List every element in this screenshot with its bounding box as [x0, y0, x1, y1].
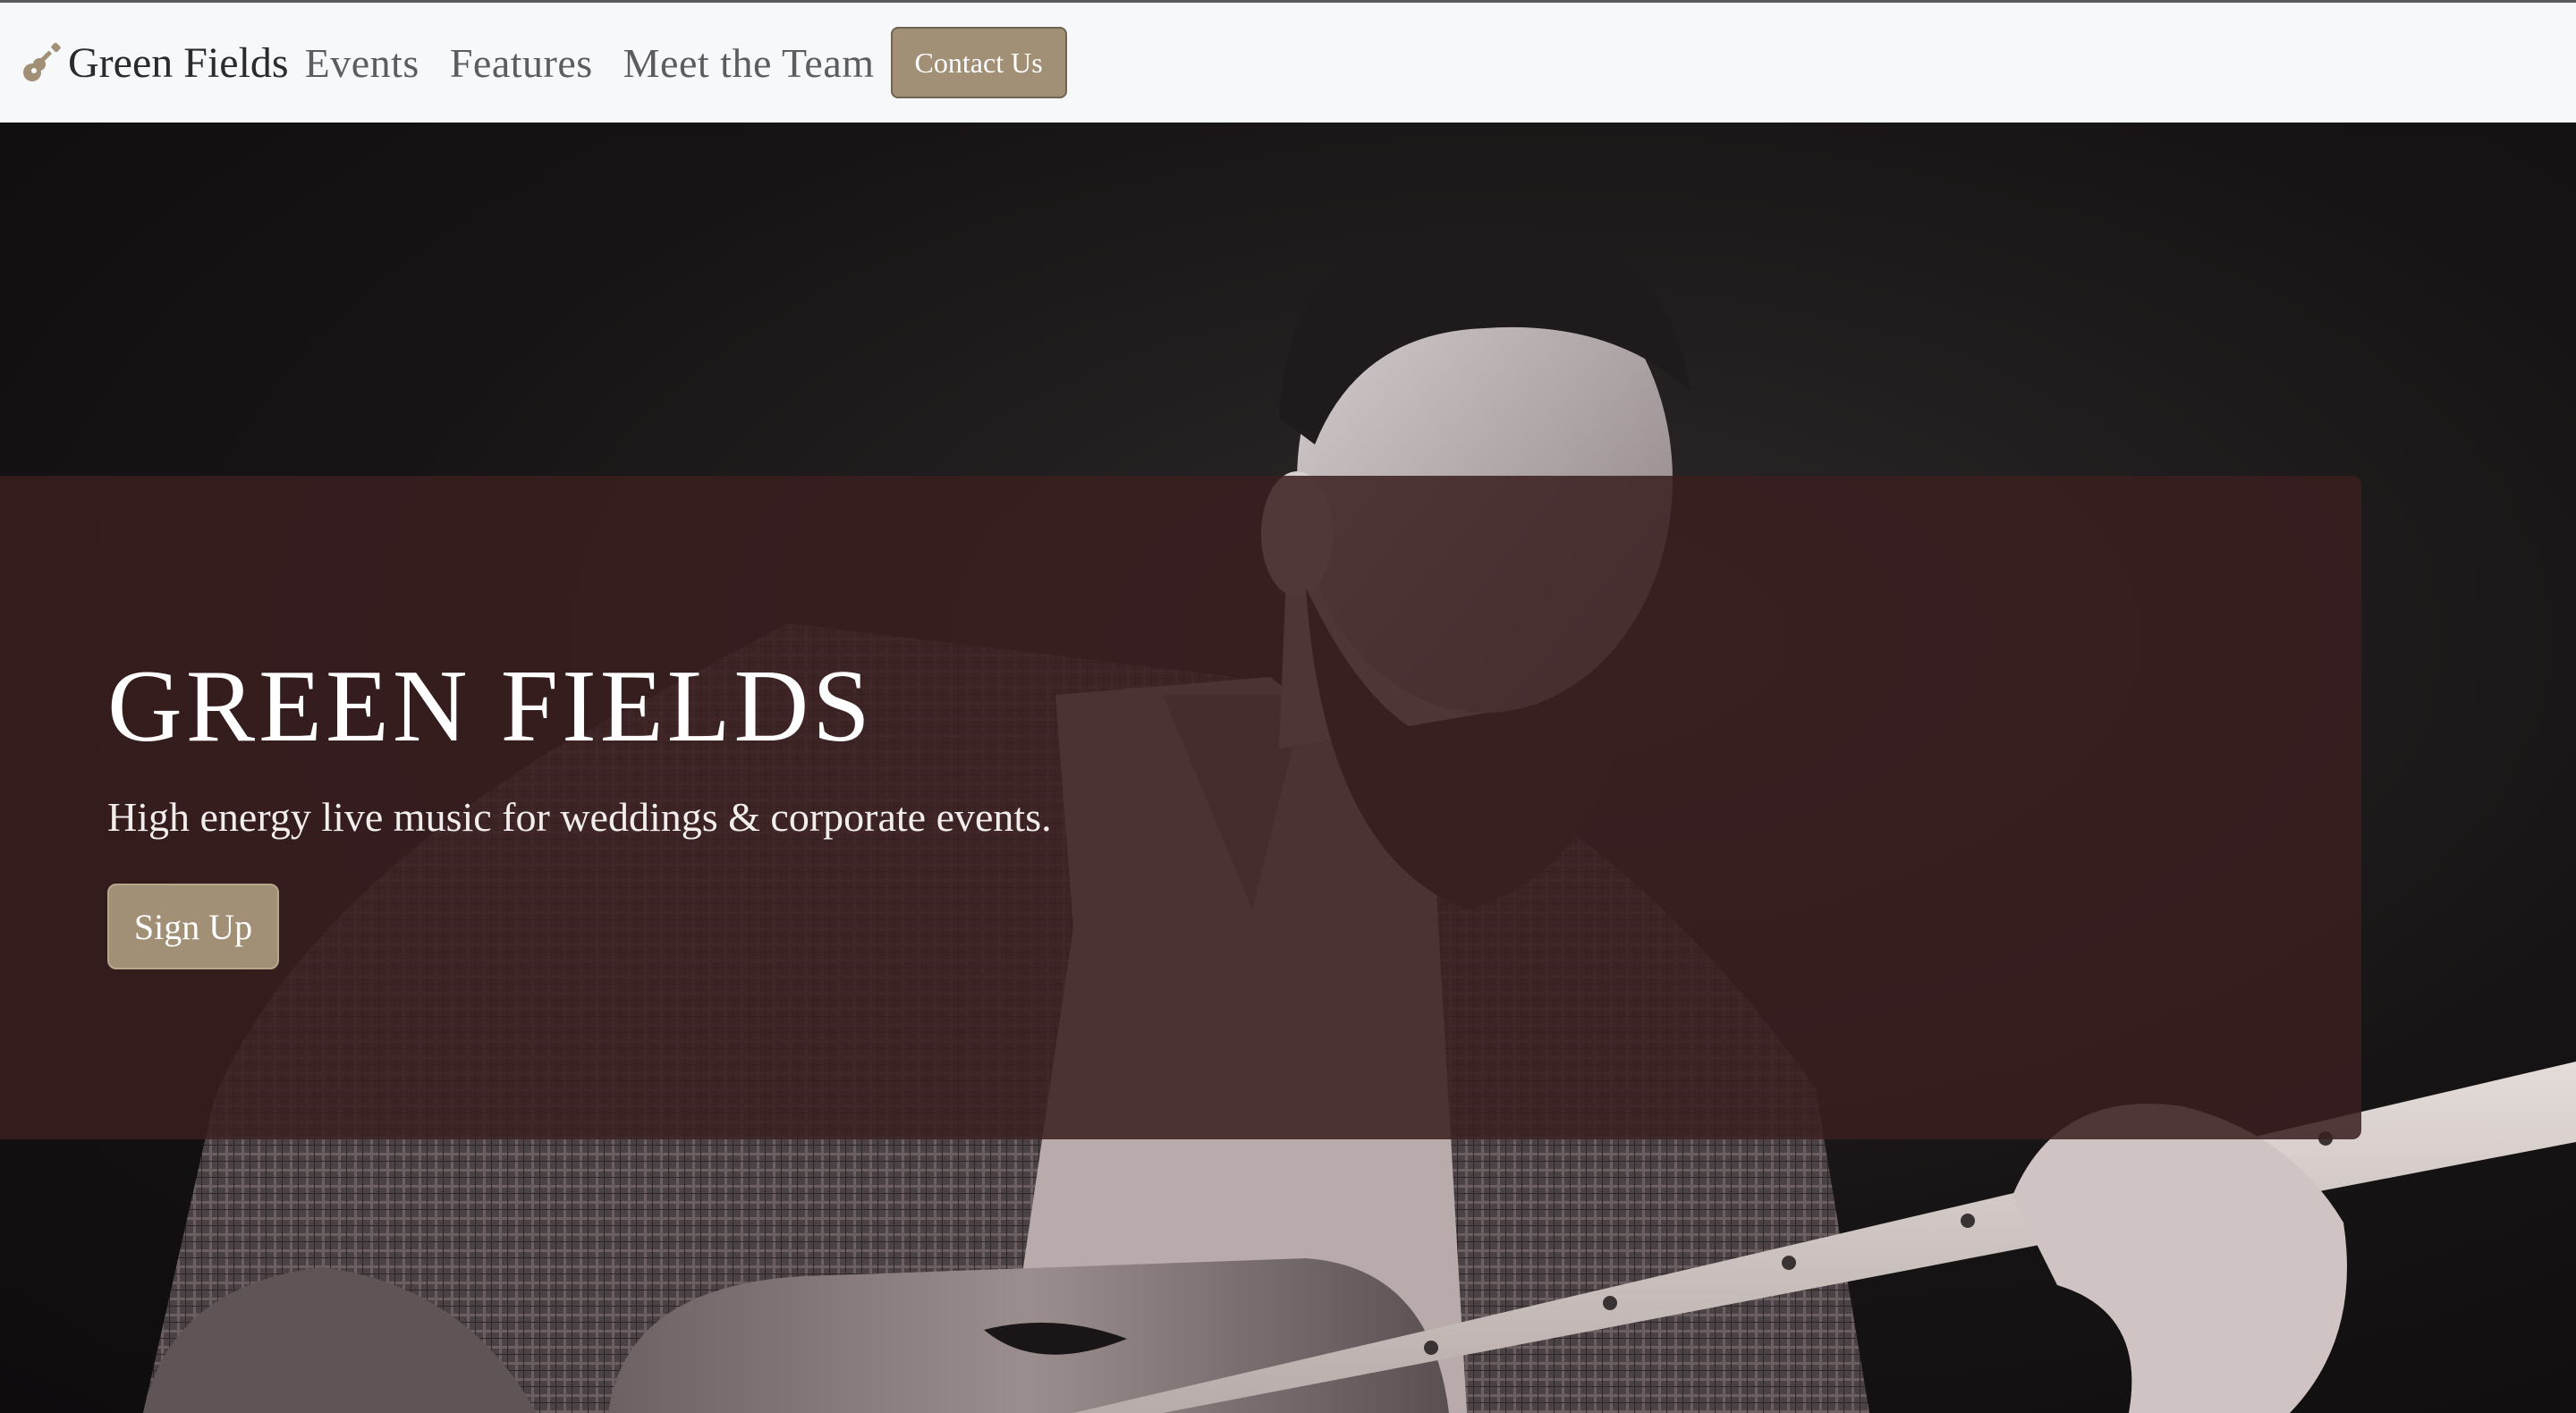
brand-link[interactable]: Green Fields — [20, 38, 289, 88]
brand-name: Green Fields — [68, 38, 289, 87]
hero-title: GREEN FIELDS — [107, 649, 874, 764]
navbar: Green Fields Events Features Meet the Te… — [0, 3, 2576, 123]
hero-section: GREEN FIELDS High energy live music for … — [0, 123, 2576, 1413]
hero-subtitle: High energy live music for weddings & co… — [107, 794, 1052, 840]
contact-us-button[interactable]: Contact Us — [890, 27, 1067, 98]
nav-link-features[interactable]: Features — [450, 39, 593, 87]
nav-link-meet-the-team[interactable]: Meet the Team — [623, 39, 875, 87]
sign-up-button[interactable]: Sign Up — [107, 884, 279, 969]
guitar-icon — [23, 42, 61, 81]
nav-link-events[interactable]: Events — [305, 39, 419, 87]
page: Green Fields Events Features Meet the Te… — [0, 0, 2576, 1413]
